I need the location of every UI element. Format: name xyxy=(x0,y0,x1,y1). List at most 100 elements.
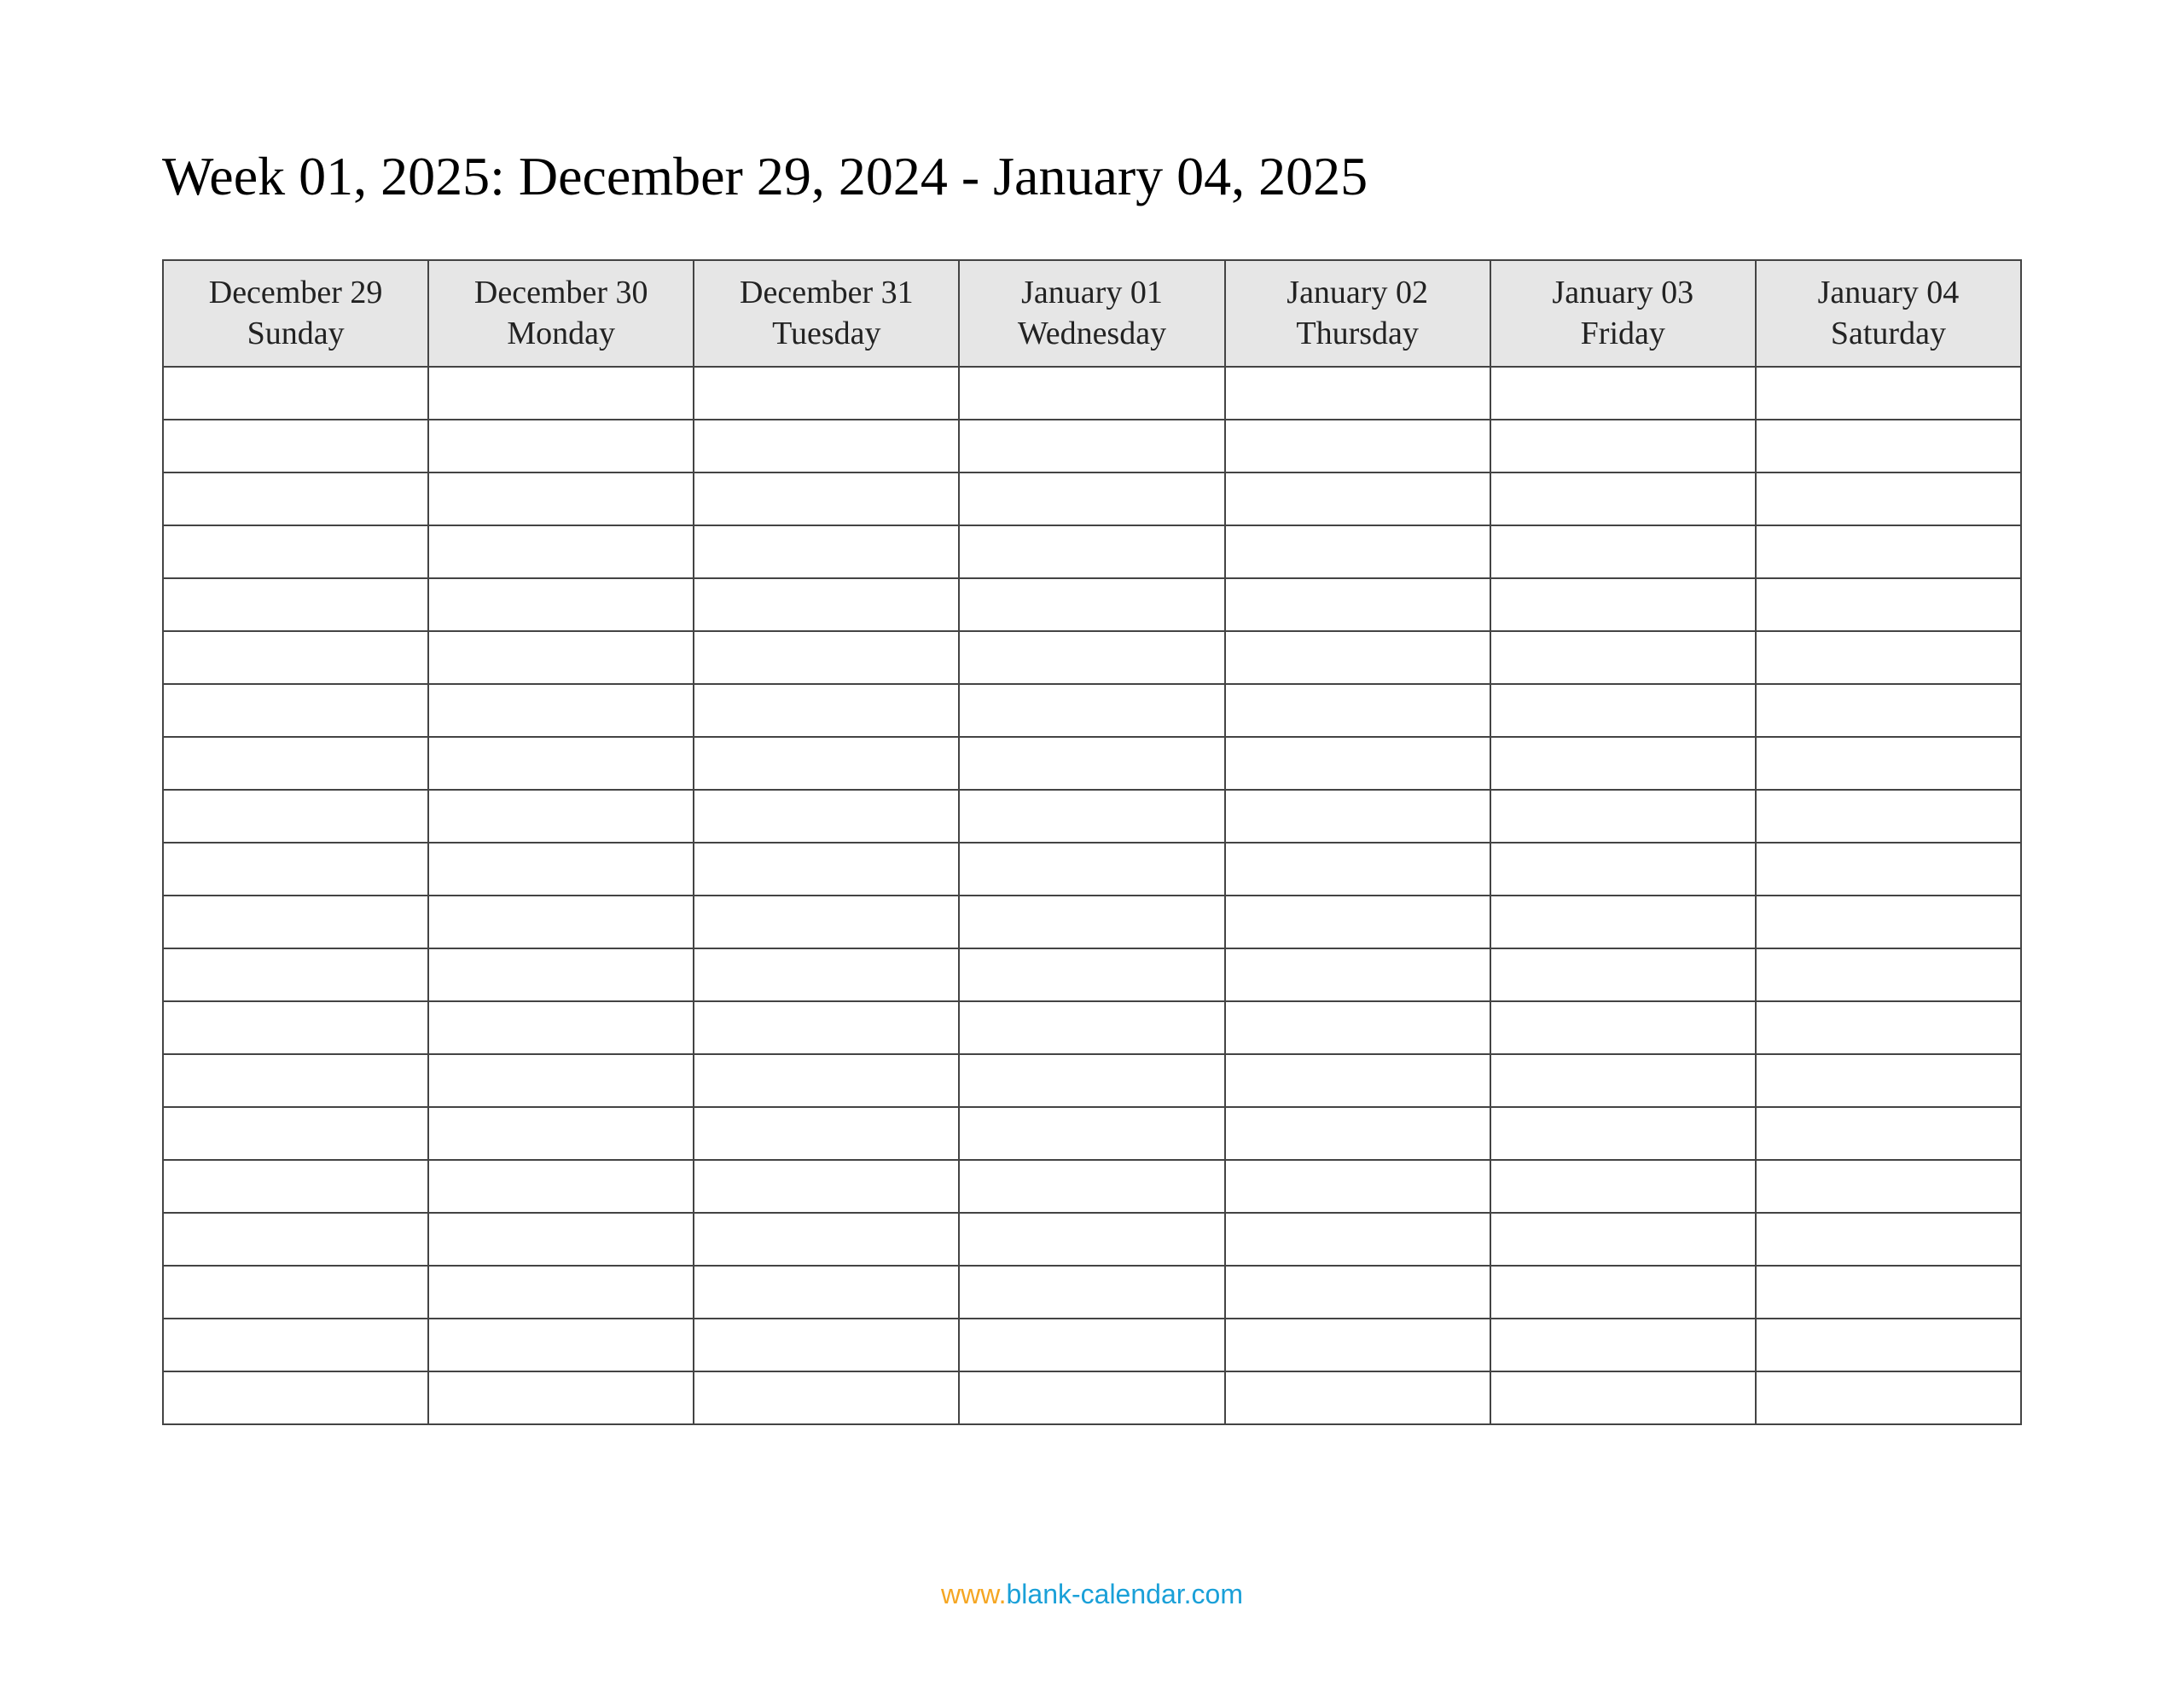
calendar-cell[interactable] xyxy=(959,525,1224,578)
calendar-cell[interactable] xyxy=(428,367,694,420)
calendar-cell[interactable] xyxy=(959,1371,1224,1424)
calendar-cell[interactable] xyxy=(959,843,1224,896)
calendar-cell[interactable] xyxy=(428,843,694,896)
calendar-cell[interactable] xyxy=(428,1213,694,1266)
calendar-cell[interactable] xyxy=(1490,1319,1756,1371)
calendar-cell[interactable] xyxy=(1756,1319,2021,1371)
calendar-cell[interactable] xyxy=(1225,1319,1490,1371)
calendar-cell[interactable] xyxy=(163,1107,428,1160)
calendar-cell[interactable] xyxy=(1225,1107,1490,1160)
calendar-cell[interactable] xyxy=(959,1054,1224,1107)
calendar-cell[interactable] xyxy=(1756,948,2021,1001)
calendar-cell[interactable] xyxy=(1225,578,1490,631)
calendar-cell[interactable] xyxy=(959,684,1224,737)
calendar-cell[interactable] xyxy=(694,631,959,684)
calendar-cell[interactable] xyxy=(694,790,959,843)
calendar-cell[interactable] xyxy=(1490,1054,1756,1107)
calendar-cell[interactable] xyxy=(163,472,428,525)
calendar-cell[interactable] xyxy=(1490,1371,1756,1424)
calendar-cell[interactable] xyxy=(1490,420,1756,472)
calendar-cell[interactable] xyxy=(1490,1160,1756,1213)
calendar-cell[interactable] xyxy=(694,1160,959,1213)
calendar-cell[interactable] xyxy=(1225,1001,1490,1054)
calendar-cell[interactable] xyxy=(428,1107,694,1160)
calendar-cell[interactable] xyxy=(1490,948,1756,1001)
calendar-cell[interactable] xyxy=(428,525,694,578)
calendar-cell[interactable] xyxy=(1225,790,1490,843)
calendar-cell[interactable] xyxy=(959,1319,1224,1371)
calendar-cell[interactable] xyxy=(694,1213,959,1266)
calendar-cell[interactable] xyxy=(694,684,959,737)
calendar-cell[interactable] xyxy=(163,1054,428,1107)
calendar-cell[interactable] xyxy=(694,737,959,790)
calendar-cell[interactable] xyxy=(694,1371,959,1424)
calendar-cell[interactable] xyxy=(428,1371,694,1424)
calendar-cell[interactable] xyxy=(163,578,428,631)
calendar-cell[interactable] xyxy=(1225,843,1490,896)
calendar-cell[interactable] xyxy=(1756,472,2021,525)
calendar-cell[interactable] xyxy=(163,420,428,472)
calendar-cell[interactable] xyxy=(959,472,1224,525)
calendar-cell[interactable] xyxy=(694,1319,959,1371)
calendar-cell[interactable] xyxy=(1490,631,1756,684)
calendar-cell[interactable] xyxy=(1756,790,2021,843)
calendar-cell[interactable] xyxy=(163,1160,428,1213)
calendar-cell[interactable] xyxy=(1490,737,1756,790)
calendar-cell[interactable] xyxy=(1490,578,1756,631)
calendar-cell[interactable] xyxy=(163,1001,428,1054)
calendar-cell[interactable] xyxy=(428,737,694,790)
calendar-cell[interactable] xyxy=(1756,843,2021,896)
calendar-cell[interactable] xyxy=(1756,1001,2021,1054)
calendar-cell[interactable] xyxy=(959,1266,1224,1319)
calendar-cell[interactable] xyxy=(1490,525,1756,578)
calendar-cell[interactable] xyxy=(1225,737,1490,790)
calendar-cell[interactable] xyxy=(428,790,694,843)
calendar-cell[interactable] xyxy=(694,1266,959,1319)
calendar-cell[interactable] xyxy=(163,367,428,420)
calendar-cell[interactable] xyxy=(1225,525,1490,578)
calendar-cell[interactable] xyxy=(163,684,428,737)
calendar-cell[interactable] xyxy=(694,1054,959,1107)
calendar-cell[interactable] xyxy=(1756,896,2021,948)
calendar-cell[interactable] xyxy=(163,1371,428,1424)
calendar-cell[interactable] xyxy=(694,367,959,420)
calendar-cell[interactable] xyxy=(1756,1371,2021,1424)
calendar-cell[interactable] xyxy=(428,1160,694,1213)
calendar-cell[interactable] xyxy=(1490,1001,1756,1054)
calendar-cell[interactable] xyxy=(1756,1213,2021,1266)
calendar-cell[interactable] xyxy=(1225,1160,1490,1213)
calendar-cell[interactable] xyxy=(959,1160,1224,1213)
calendar-cell[interactable] xyxy=(1756,1054,2021,1107)
calendar-cell[interactable] xyxy=(1756,737,2021,790)
calendar-cell[interactable] xyxy=(1490,1213,1756,1266)
calendar-cell[interactable] xyxy=(694,843,959,896)
calendar-cell[interactable] xyxy=(1490,367,1756,420)
calendar-cell[interactable] xyxy=(694,420,959,472)
calendar-cell[interactable] xyxy=(428,1054,694,1107)
calendar-cell[interactable] xyxy=(959,1001,1224,1054)
calendar-cell[interactable] xyxy=(1225,631,1490,684)
calendar-cell[interactable] xyxy=(959,790,1224,843)
calendar-cell[interactable] xyxy=(959,1213,1224,1266)
calendar-cell[interactable] xyxy=(1490,472,1756,525)
calendar-cell[interactable] xyxy=(959,737,1224,790)
calendar-cell[interactable] xyxy=(959,631,1224,684)
calendar-cell[interactable] xyxy=(163,948,428,1001)
calendar-cell[interactable] xyxy=(163,525,428,578)
calendar-cell[interactable] xyxy=(163,1319,428,1371)
calendar-cell[interactable] xyxy=(428,1001,694,1054)
calendar-cell[interactable] xyxy=(694,1107,959,1160)
calendar-cell[interactable] xyxy=(1225,896,1490,948)
calendar-cell[interactable] xyxy=(1225,1266,1490,1319)
calendar-cell[interactable] xyxy=(1756,367,2021,420)
calendar-cell[interactable] xyxy=(163,790,428,843)
calendar-cell[interactable] xyxy=(1756,420,2021,472)
calendar-cell[interactable] xyxy=(1225,367,1490,420)
calendar-cell[interactable] xyxy=(163,631,428,684)
calendar-cell[interactable] xyxy=(1490,684,1756,737)
calendar-cell[interactable] xyxy=(428,472,694,525)
calendar-cell[interactable] xyxy=(1225,948,1490,1001)
calendar-cell[interactable] xyxy=(1225,1213,1490,1266)
calendar-cell[interactable] xyxy=(163,843,428,896)
calendar-cell[interactable] xyxy=(959,948,1224,1001)
